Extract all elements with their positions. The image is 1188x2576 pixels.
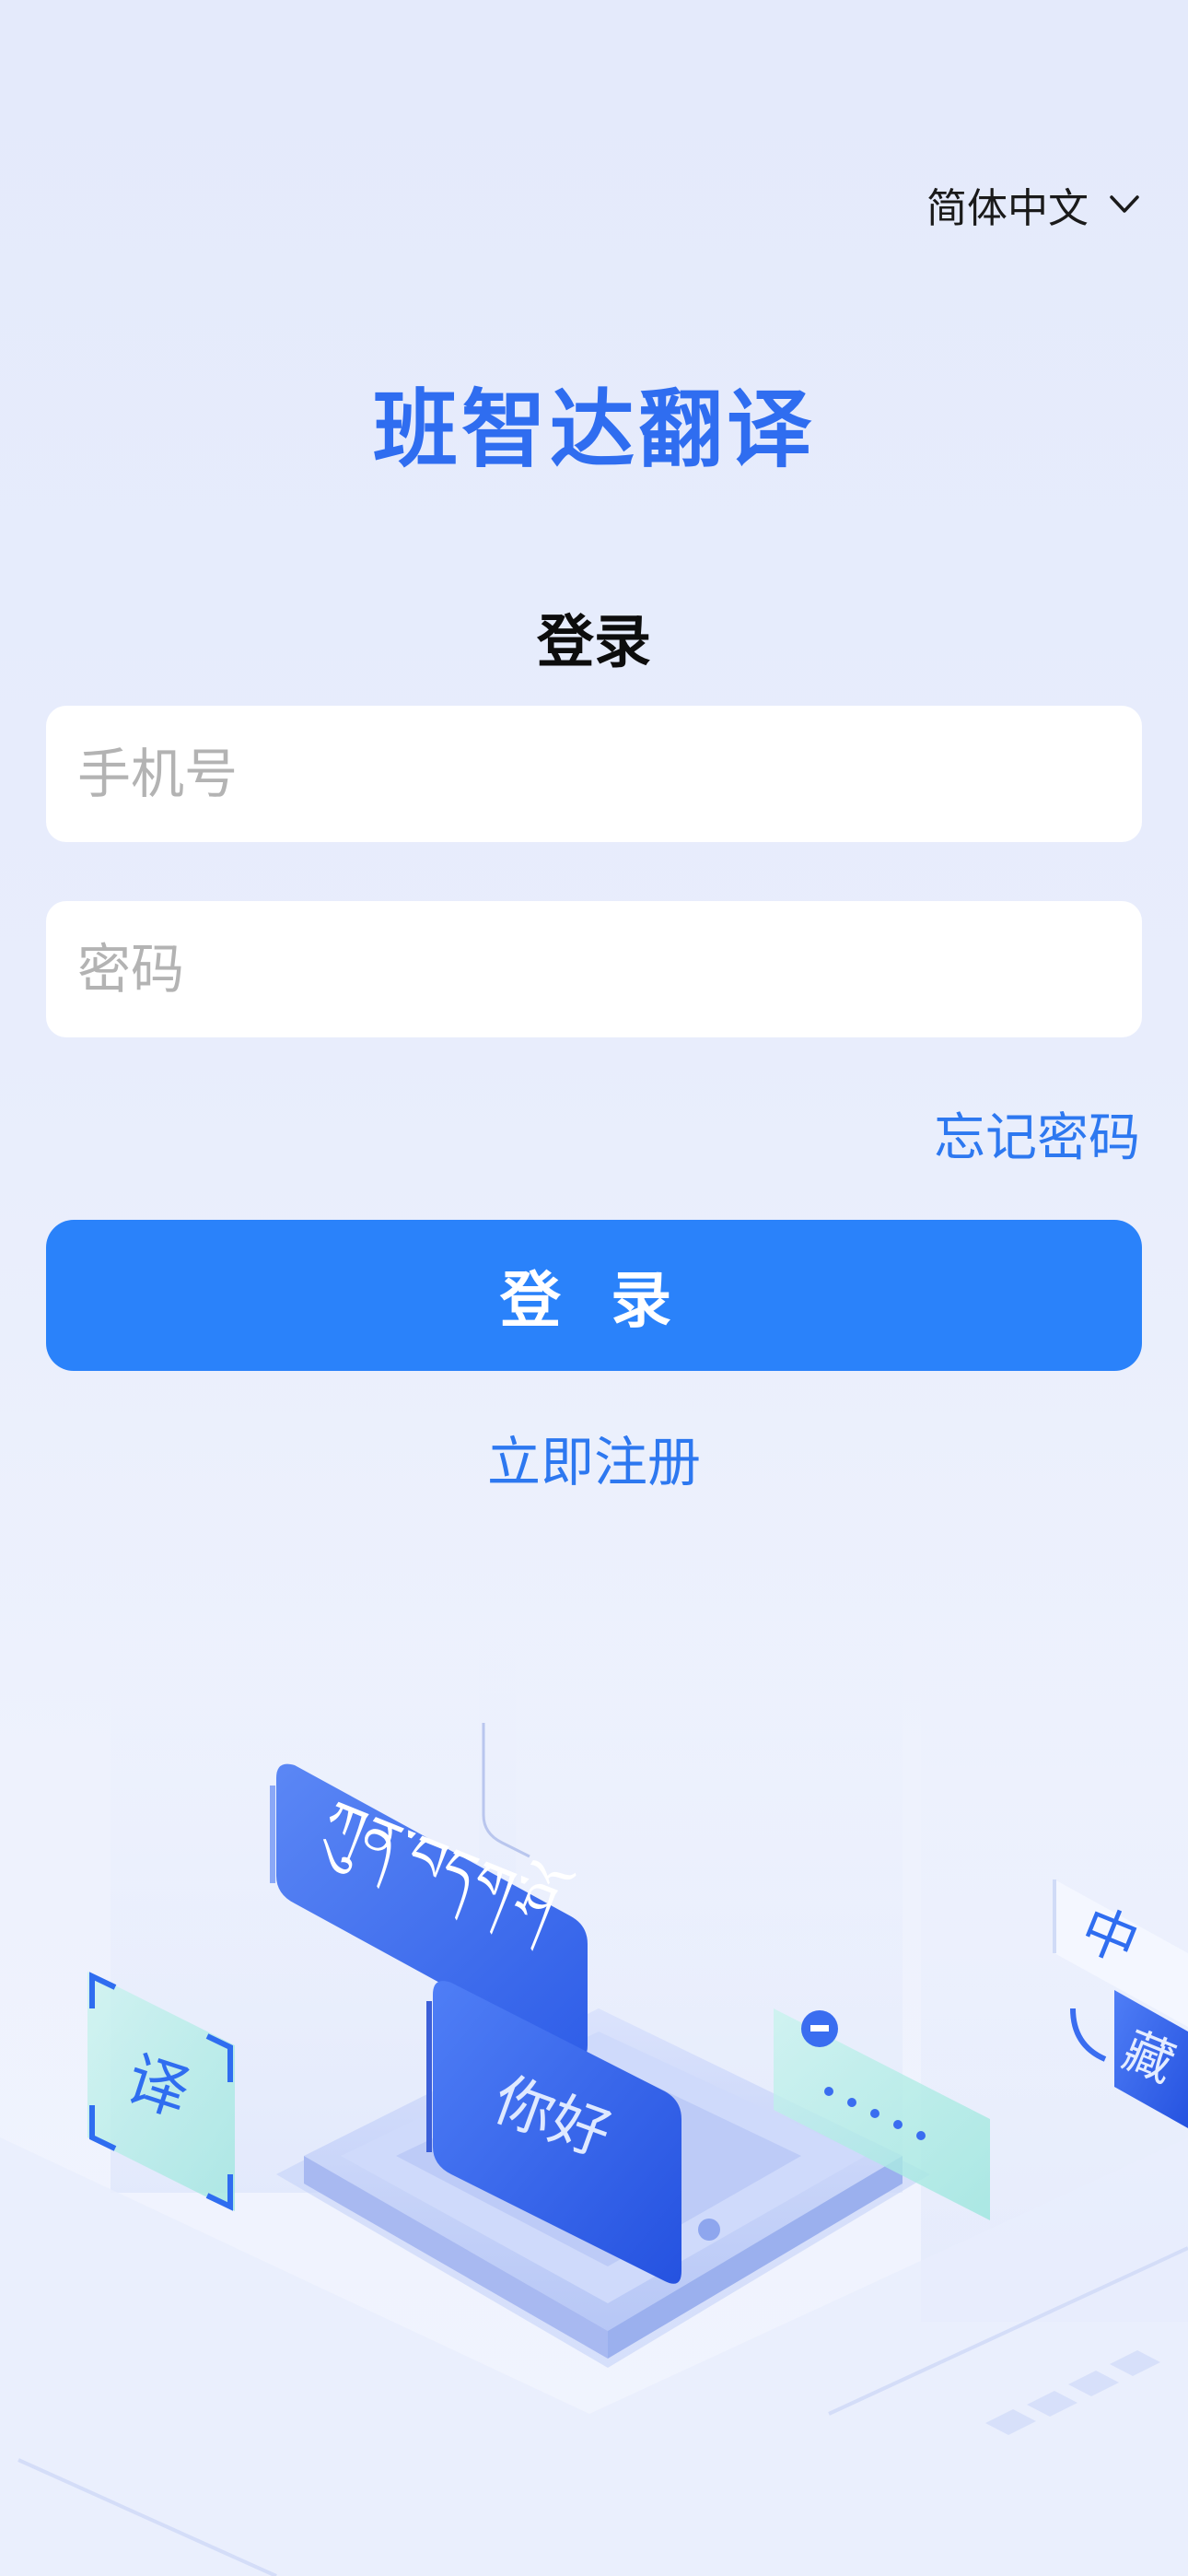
password-field[interactable] — [46, 901, 1142, 1037]
register-link[interactable]: 立即注册 — [0, 1419, 1188, 1496]
login-button[interactable]: 登 录 — [46, 1220, 1142, 1371]
login-heading: 登录 — [536, 608, 651, 675]
forgot-password-link[interactable]: 忘记密码 — [934, 1096, 1140, 1171]
language-selector[interactable]: 简体中文 — [926, 175, 1140, 234]
phone-input[interactable] — [76, 742, 1112, 806]
language-label: 简体中文 — [926, 185, 1089, 232]
phone-field[interactable] — [46, 706, 1142, 842]
translation-illustration: ཀུན་བདག་ཤོ 你好 译 中 藏 — [0, 1520, 1188, 2576]
chevron-down-icon — [1110, 195, 1139, 213]
app-title: 班智达翻译 — [372, 381, 815, 479]
password-input[interactable] — [76, 937, 1112, 1001]
